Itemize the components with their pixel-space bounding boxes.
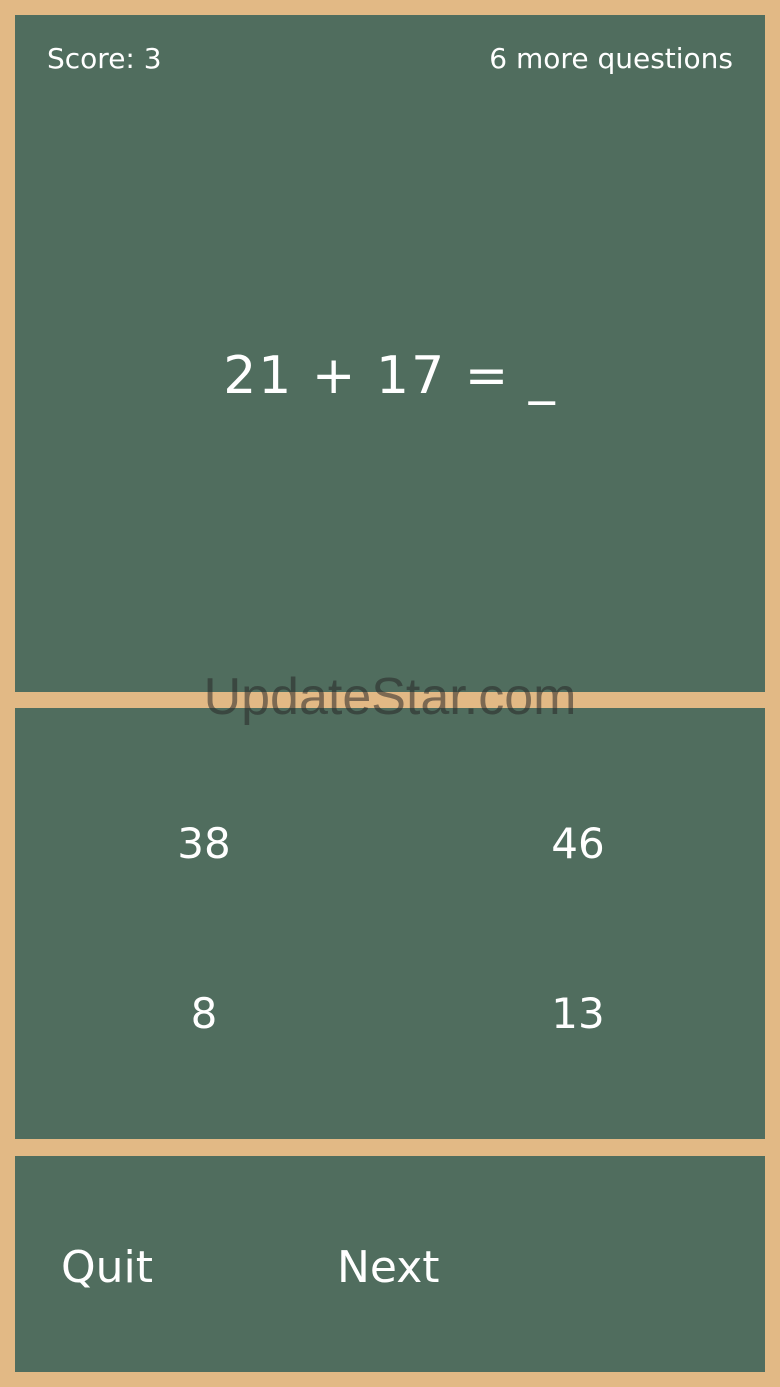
answer-option-38[interactable]: 38 (104, 804, 304, 884)
answers-board: 38 46 8 13 (15, 708, 765, 1139)
quit-button[interactable]: Quit (61, 1228, 153, 1308)
remaining-questions-label: 6 more questions (489, 42, 733, 75)
answer-option-46[interactable]: 46 (478, 804, 678, 884)
equation-text: 21 + 17 = _ (223, 346, 557, 406)
score-label: Score: 3 (47, 42, 162, 75)
answer-option-8[interactable]: 8 (104, 974, 304, 1054)
next-button[interactable]: Next (337, 1228, 440, 1308)
answer-option-13[interactable]: 13 (478, 974, 678, 1054)
question-board: Score: 3 6 more questions 21 + 17 = _ (15, 15, 765, 692)
controls-board: Quit Next (15, 1156, 765, 1372)
